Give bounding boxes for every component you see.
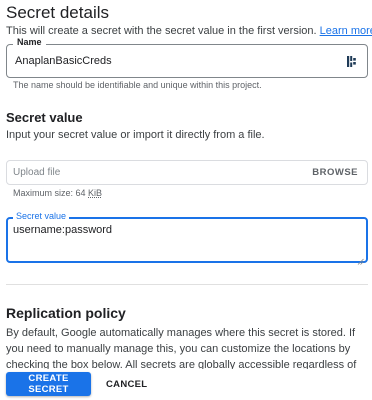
- name-hint: The name should be identifiable and uniq…: [13, 80, 262, 90]
- name-field-label: Name: [13, 37, 46, 47]
- cancel-button[interactable]: CANCEL: [100, 372, 152, 396]
- max-size-unit: KiB: [88, 188, 103, 198]
- secret-value-input[interactable]: username:password: [13, 224, 112, 236]
- secret-value-description: Input your secret value or import it dir…: [6, 129, 265, 141]
- page-title: Secret details: [6, 3, 109, 22]
- resize-handle-icon[interactable]: [357, 252, 364, 265]
- learn-more-link[interactable]: Learn more: [320, 25, 372, 37]
- intro-description: This will create a secret with the secre…: [6, 25, 317, 37]
- password-manager-key-icon[interactable]: [346, 55, 358, 68]
- upload-file-placeholder: Upload file: [13, 167, 61, 178]
- secret-value-heading: Secret value: [6, 110, 83, 125]
- secret-value-label: Secret value: [13, 211, 70, 221]
- max-size-prefix: Maximum size: 64: [13, 188, 89, 198]
- create-secret-page: Secret details This will create a secret…: [0, 0, 372, 400]
- intro-text: This will create a secret with the secre…: [6, 23, 372, 39]
- replication-policy-description: By default, Google automatically manages…: [6, 327, 357, 369]
- replication-policy-heading: Replication policy: [6, 305, 126, 321]
- action-footer: CREATE SECRET CANCEL: [0, 369, 372, 400]
- name-field[interactable]: Name AnaplanBasicCreds: [6, 37, 368, 78]
- browse-button[interactable]: BROWSE: [312, 167, 358, 178]
- section-divider: [6, 284, 368, 285]
- upload-file-field[interactable]: Upload file BROWSE: [6, 160, 368, 185]
- create-secret-button[interactable]: CREATE SECRET: [6, 372, 91, 396]
- max-size-text: Maximum size: 64 KiB: [13, 188, 102, 198]
- secret-value-textarea[interactable]: Secret value username:password: [6, 211, 368, 265]
- name-input[interactable]: AnaplanBasicCreds: [15, 55, 112, 67]
